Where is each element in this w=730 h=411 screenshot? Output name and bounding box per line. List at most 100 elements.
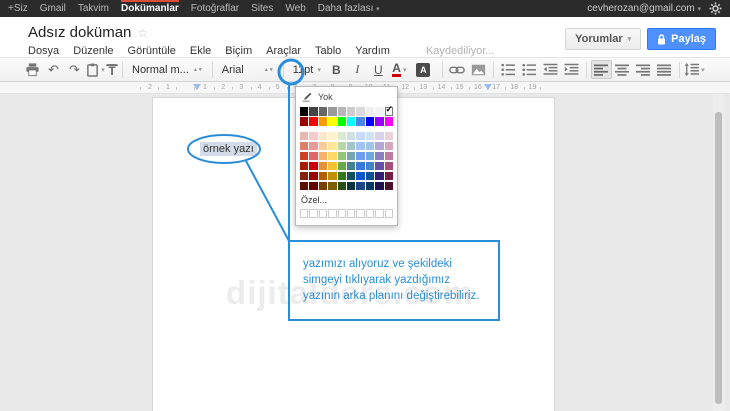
color-swatch-b6d7a8[interactable] <box>338 142 346 151</box>
line-spacing-button[interactable]: ▾ <box>684 60 705 79</box>
color-swatch-ffffff[interactable]: ✓ <box>385 107 393 116</box>
color-swatch-e6b8af[interactable] <box>300 132 308 141</box>
color-swatch-ea9999[interactable] <box>309 142 317 151</box>
color-swatch-4a86e8[interactable] <box>356 117 364 126</box>
color-swatch-00ff00[interactable] <box>338 117 346 126</box>
color-swatch-f4cccc[interactable] <box>309 132 317 141</box>
highlight-color-button[interactable]: A <box>413 60 434 79</box>
menu-d-zenle[interactable]: Düzenle <box>73 45 113 57</box>
color-swatch-0b5394[interactable] <box>366 172 374 181</box>
bulleted-list-button[interactable] <box>519 60 540 79</box>
color-swatch-f3f3f3[interactable] <box>375 107 383 116</box>
color-swatch-ffe599[interactable] <box>328 142 336 151</box>
star-icon[interactable]: ☆ <box>137 26 148 40</box>
custom-color-link[interactable]: Özel... <box>301 195 392 205</box>
numbered-list-button[interactable] <box>498 60 519 79</box>
color-swatch-fff2cc[interactable] <box>328 132 336 141</box>
custom-swatch-4[interactable] <box>338 209 346 218</box>
color-swatch-274e13[interactable] <box>338 182 346 191</box>
menu-g-r-nt-le[interactable]: Görüntüle <box>128 45 176 57</box>
color-none-option[interactable]: Yok <box>300 90 393 107</box>
selected-sample-text[interactable]: örnek yazı <box>200 142 257 156</box>
bold-button[interactable]: B <box>326 60 347 79</box>
color-swatch-a2c4c9[interactable] <box>347 142 355 151</box>
topbar-link-siz[interactable]: +Siz <box>8 0 28 17</box>
topbar-link-sites[interactable]: Sites <box>251 0 273 17</box>
paste-button[interactable]: ▾ <box>85 60 106 79</box>
color-swatch-5b0f00[interactable] <box>300 182 308 191</box>
text-color-button[interactable]: A ▾ <box>389 60 410 79</box>
color-swatch-00ffff[interactable] <box>347 117 355 126</box>
custom-swatch-2[interactable] <box>319 209 327 218</box>
color-swatch-a4c2f4[interactable] <box>356 142 364 151</box>
custom-swatch-7[interactable] <box>366 209 374 218</box>
menu-dosya[interactable]: Dosya <box>28 45 59 57</box>
color-swatch-3d85c6[interactable] <box>366 162 374 171</box>
color-swatch-073763[interactable] <box>366 182 374 191</box>
color-swatch-d0e0e3[interactable] <box>347 132 355 141</box>
left-margin-marker[interactable] <box>193 84 201 90</box>
color-swatch-351c75[interactable] <box>375 172 383 181</box>
account-menu[interactable]: cevherozan@gmail.com ▾ <box>587 3 701 14</box>
color-swatch-4c1130[interactable] <box>385 182 393 191</box>
color-swatch-7f6000[interactable] <box>328 182 336 191</box>
color-swatch-93c47d[interactable] <box>338 152 346 161</box>
custom-swatch-1[interactable] <box>309 209 317 218</box>
menu-tablo[interactable]: Tablo <box>315 45 341 57</box>
color-swatch-f1c232[interactable] <box>328 162 336 171</box>
color-swatch-3c78d8[interactable] <box>356 162 364 171</box>
topbar-more-menu[interactable]: Daha fazlası ▾ <box>318 0 380 18</box>
color-swatch-20124d[interactable] <box>375 182 383 191</box>
share-button[interactable]: Paylaş <box>647 28 716 50</box>
paint-format-button[interactable]: T <box>106 64 118 78</box>
color-swatch-9fc5e8[interactable] <box>366 142 374 151</box>
color-swatch-ead1dc[interactable] <box>385 132 393 141</box>
topbar-link-dok-manlar[interactable]: Dokümanlar <box>121 0 179 17</box>
color-swatch-a61c00[interactable] <box>300 162 308 171</box>
color-swatch-dd7e6b[interactable] <box>300 142 308 151</box>
menu-ara-lar[interactable]: Araçlar <box>266 45 301 57</box>
color-swatch-ff9900[interactable] <box>319 117 327 126</box>
align-right-button[interactable] <box>633 60 654 79</box>
color-swatch-134f5c[interactable] <box>347 172 355 181</box>
color-swatch-c27ba0[interactable] <box>385 152 393 161</box>
align-justify-button[interactable] <box>654 60 675 79</box>
color-swatch-d9d9d9[interactable] <box>356 107 364 116</box>
color-swatch-1155cc[interactable] <box>356 172 364 181</box>
color-swatch-434343[interactable] <box>309 107 317 116</box>
insert-image-button[interactable] <box>468 60 489 79</box>
color-swatch-660000[interactable] <box>309 182 317 191</box>
color-swatch-cc0000[interactable] <box>309 162 317 171</box>
topbar-link-takvim[interactable]: Takvim <box>78 0 109 17</box>
color-swatch-fce5cd[interactable] <box>319 132 327 141</box>
menu-ekle[interactable]: Ekle <box>190 45 211 57</box>
topbar-link-foto-raflar[interactable]: Fotoğraflar <box>191 0 239 17</box>
color-swatch-bf9000[interactable] <box>328 172 336 181</box>
custom-swatch-3[interactable] <box>328 209 336 218</box>
topbar-link-web[interactable]: Web <box>285 0 305 17</box>
color-swatch-b45f06[interactable] <box>319 172 327 181</box>
color-swatch-cccccc[interactable] <box>347 107 355 116</box>
color-swatch-76a5af[interactable] <box>347 152 355 161</box>
color-swatch-980000[interactable] <box>300 117 308 126</box>
color-swatch-a64d79[interactable] <box>385 162 393 171</box>
color-swatch-741b47[interactable] <box>385 172 393 181</box>
color-swatch-6fa8dc[interactable] <box>366 152 374 161</box>
color-swatch-f9cb9c[interactable] <box>319 142 327 151</box>
menu-yard-m[interactable]: Yardım <box>355 45 390 57</box>
color-swatch-ff0000[interactable] <box>309 117 317 126</box>
page-title[interactable]: Adsız doküman☆ <box>28 24 148 41</box>
custom-swatch-0[interactable] <box>300 209 308 218</box>
color-swatch-6d9eeb[interactable] <box>356 152 364 161</box>
custom-swatch-9[interactable] <box>385 209 393 218</box>
color-swatch-e06666[interactable] <box>309 152 317 161</box>
color-swatch-ffd966[interactable] <box>328 152 336 161</box>
increase-indent-button[interactable] <box>561 60 582 79</box>
color-swatch-0000ff[interactable] <box>366 117 374 126</box>
color-swatch-e69138[interactable] <box>319 162 327 171</box>
gear-icon[interactable] <box>709 2 722 15</box>
custom-swatch-6[interactable] <box>356 209 364 218</box>
color-swatch-c9daf8[interactable] <box>356 132 364 141</box>
color-swatch-9900ff[interactable] <box>375 117 383 126</box>
color-swatch-b7b7b7[interactable] <box>338 107 346 116</box>
